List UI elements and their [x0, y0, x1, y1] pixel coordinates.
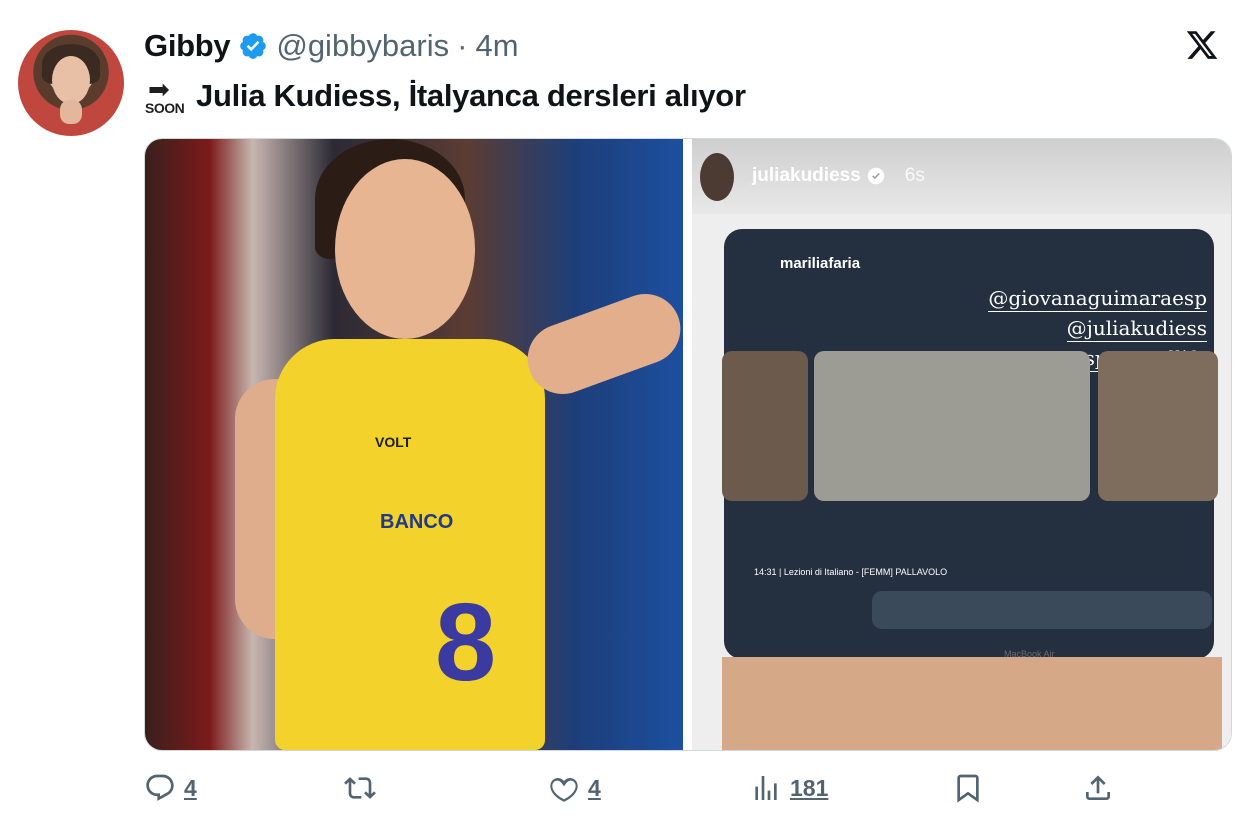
tweet-text: ➡ SOON Julia Kudiess, İtalyanca dersleri… — [144, 76, 746, 116]
arrow-right-icon: ➡ — [148, 74, 170, 104]
story-verified-icon — [867, 167, 885, 185]
device-label: MacBook Air — [1004, 649, 1055, 659]
tweet-body: Julia Kudiess, İtalyanca dersleri alıyor — [196, 78, 746, 113]
reply-icon — [146, 774, 174, 801]
photo-jersey — [275, 339, 545, 750]
media-photo-volleyball[interactable]: VOLT BANCO 8 — [145, 139, 683, 750]
verified-badge-icon — [240, 33, 267, 59]
video-tile-3 — [1098, 351, 1218, 501]
tweet-header: Gibby @gibbybaris · 4m — [144, 26, 519, 66]
avatar-hand — [60, 100, 82, 124]
story-avatar — [700, 153, 734, 201]
repost-icon — [344, 777, 376, 799]
author-name[interactable]: Gibby — [144, 28, 231, 64]
views-chart-icon — [755, 776, 777, 800]
story-time: 6s — [904, 165, 925, 186]
share-button[interactable] — [1082, 772, 1114, 804]
media-divider — [683, 139, 692, 750]
reply-count[interactable]: 4 — [184, 775, 197, 802]
mac-dock — [872, 591, 1212, 629]
repost-button[interactable] — [344, 772, 376, 804]
tweet-actions: 4 4 181 — [144, 772, 1124, 808]
jersey-sponsor-logo: BANCO — [380, 511, 454, 533]
bookmark-icon — [957, 774, 979, 803]
like-count[interactable]: 4 — [588, 775, 601, 802]
reply-button[interactable]: 4 — [144, 772, 197, 804]
call-user-label: mariliafaria — [780, 255, 861, 272]
soon-label: SOON — [145, 100, 185, 116]
tweet-time[interactable]: 4m — [475, 28, 518, 64]
video-tile-2 — [814, 351, 1090, 501]
author-avatar[interactable] — [18, 30, 124, 136]
mention-1: @giovanaguimaraesp — [988, 286, 1207, 312]
mention-2: @juliakudiess — [1066, 316, 1207, 342]
tweet-media[interactable]: VOLT BANCO 8 juliakudiess 6s mariliafari… — [144, 138, 1232, 751]
like-button[interactable]: 4 — [548, 772, 601, 804]
story-username-row: juliakudiess 6s — [752, 165, 925, 187]
separator-dot: · — [457, 28, 468, 63]
x-logo-icon[interactable] — [1185, 28, 1219, 62]
media-photo-story-screenshot[interactable]: juliakudiess 6s mariliafaria @giovanagui… — [692, 139, 1231, 750]
share-icon — [1086, 775, 1110, 800]
laptop-keyboard — [722, 657, 1222, 750]
author-handle[interactable]: @gibbybaris — [276, 28, 449, 64]
meeting-caption: 14:31 | Lezioni di Italiano - [FEMM] PAL… — [754, 567, 948, 577]
photo-arm-right — [517, 284, 683, 404]
avatar-face — [52, 56, 90, 104]
heart-icon — [550, 777, 578, 802]
photo-head — [335, 159, 475, 339]
soon-arrow-icon: ➡ SOON — [144, 76, 188, 116]
video-tile-1 — [722, 351, 808, 501]
bookmark-button[interactable] — [952, 772, 984, 804]
views-count[interactable]: 181 — [790, 775, 828, 802]
jersey-number: 8 — [435, 581, 497, 704]
jersey-volt-logo: VOLT — [375, 434, 412, 450]
story-username: juliakudiess — [752, 165, 861, 186]
views-button[interactable]: 181 — [750, 772, 828, 804]
